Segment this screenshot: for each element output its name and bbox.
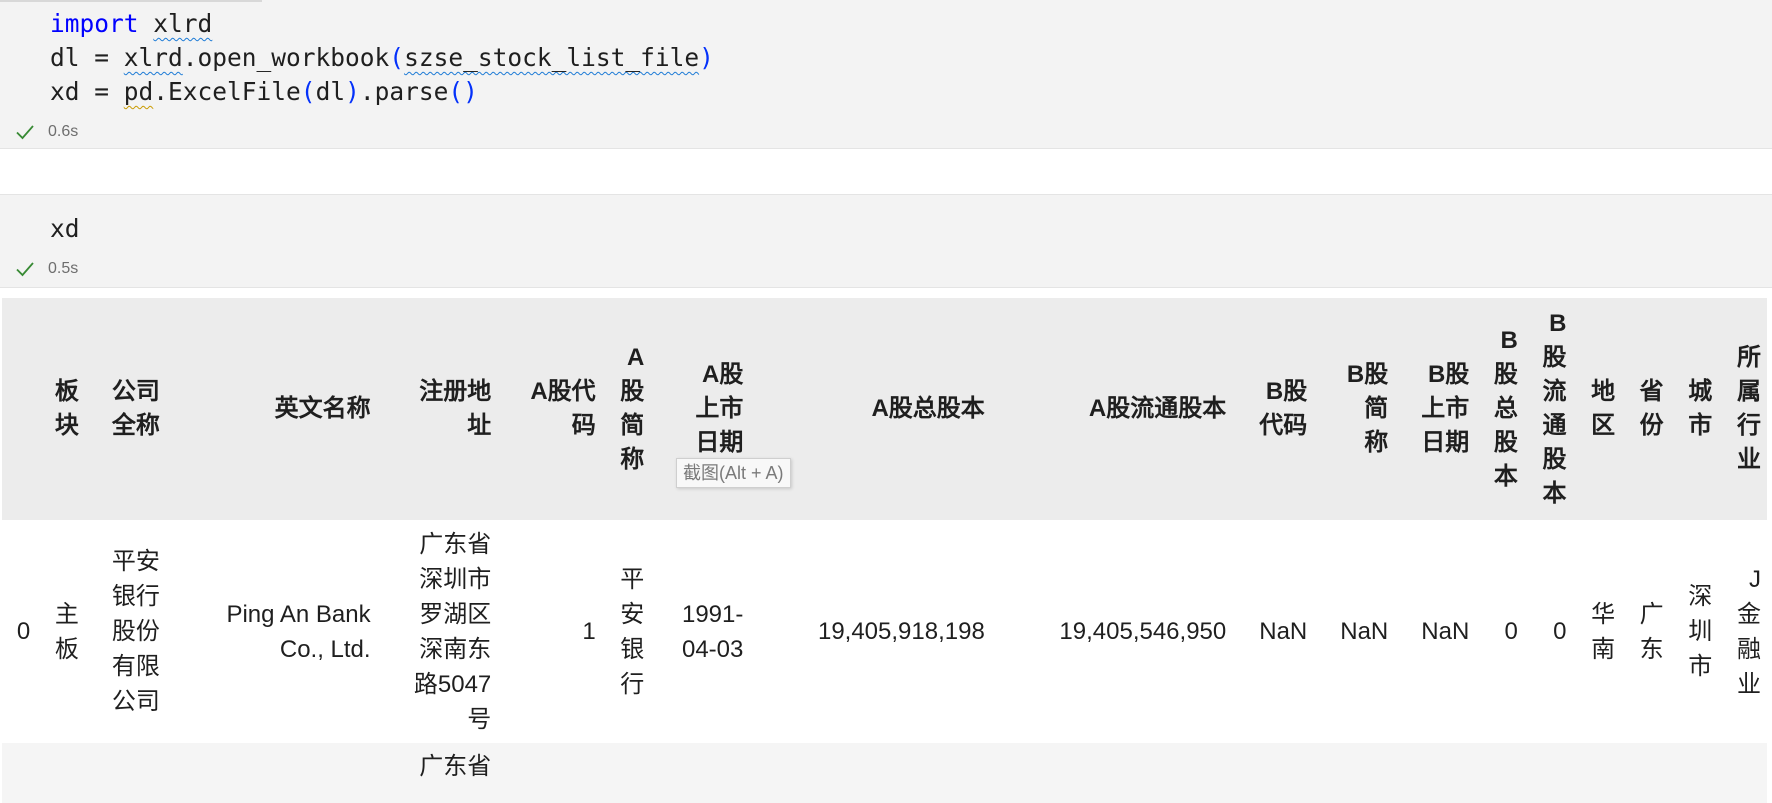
- code-token: dl =: [50, 43, 124, 72]
- table-cell: [85, 743, 166, 803]
- table-cell: 0: [1553, 618, 1567, 645]
- table-header-row: 板块公司 全称 英文名称 注册地址 A股代码 A 股简称 A股 上市 日期 A股总股本 A股流通股本 B…: [2, 298, 1767, 520]
- column-header: 板块: [54, 378, 79, 439]
- code-token: .open_workbook: [182, 43, 390, 72]
- execution-time: 0.5s: [48, 260, 79, 277]
- table-cell: [1621, 743, 1670, 803]
- table-cell: NaN: [1421, 618, 1470, 645]
- code-token: ): [345, 77, 360, 106]
- execution-status: 0.5s: [14, 258, 78, 280]
- code-token: szse_stock_list_file: [404, 43, 700, 72]
- table-cell: 华南: [1591, 600, 1616, 663]
- code-token: xlrd: [153, 9, 213, 38]
- column-header: B股 上市 日期: [1421, 361, 1470, 456]
- table-cell: [1313, 743, 1394, 803]
- column-header: B股总股本: [1493, 327, 1518, 490]
- code-token: (: [300, 77, 316, 106]
- table-cell: 深圳市: [1688, 583, 1713, 680]
- column-header: 城市: [1688, 378, 1713, 439]
- code-token: .ExcelFile: [153, 77, 301, 106]
- code-line[interactable]: xd: [50, 212, 80, 246]
- code-token: xlrd: [123, 43, 183, 72]
- table-cell: [602, 743, 651, 803]
- table-cell: 广东: [1639, 600, 1664, 663]
- column-header: A股代码: [530, 378, 596, 439]
- table-cell: [1394, 743, 1475, 803]
- check-icon: [16, 262, 34, 277]
- code-token: (: [389, 43, 405, 72]
- table-cell: [1524, 743, 1573, 803]
- row-index: [2, 743, 36, 803]
- code-line[interactable]: dl = xlrd.open_workbook(szse_stock_list_…: [50, 41, 714, 75]
- index-header: [2, 298, 36, 520]
- column-header: 省份: [1639, 378, 1664, 439]
- table-cell: J金融业: [1737, 565, 1761, 698]
- execution-time: 0.6s: [48, 123, 79, 140]
- dataframe-output: 板块公司 全称 英文名称 注册地址 A股代码 A 股简称 A股 上市 日期 A股总股本 A股流通股本 B…: [2, 298, 1767, 803]
- code-cell-2[interactable]: 0.5s: [0, 194, 1772, 288]
- row-index: 0: [16, 618, 31, 645]
- code-editor[interactable]: xd: [50, 212, 80, 246]
- column-header: 地区: [1591, 378, 1616, 439]
- table-cell: 广东省: [419, 753, 492, 780]
- table-cell: [36, 743, 85, 803]
- column-header: 所属行业: [1737, 344, 1761, 473]
- table-cell: 1: [582, 618, 596, 645]
- table-cell: [650, 743, 749, 803]
- column-header: 公司 全称: [111, 378, 160, 439]
- column-header: B股简称: [1346, 361, 1389, 456]
- table-cell: 19,405,546,950: [1059, 618, 1227, 645]
- table-row: 0 主板平安 银行 股份 有限 公司 Ping An Bank Co., Ltd. 广东省 深圳市…: [2, 520, 1767, 743]
- code-token: dl: [315, 77, 346, 106]
- cell-focus-bar: [0, 0, 262, 2]
- table-cell: [991, 743, 1232, 803]
- check-icon: [16, 125, 34, 140]
- table-cell: [749, 743, 990, 803]
- table-cell: Ping An Bank Co., Ltd.: [226, 600, 371, 663]
- table-cell: NaN: [1340, 618, 1389, 645]
- code-token: pd: [123, 77, 154, 106]
- table-cell: NaN: [1259, 618, 1308, 645]
- code-token: .parse: [359, 77, 449, 106]
- column-header: B股流通股本: [1542, 310, 1567, 507]
- code-token: (): [448, 77, 478, 106]
- table-cell: [1475, 743, 1524, 803]
- table-cell: 0: [1504, 618, 1518, 645]
- execution-status: 0.6s: [14, 121, 78, 143]
- code-line[interactable]: import xlrd: [50, 7, 714, 41]
- table-cell: [1572, 743, 1621, 803]
- screenshot-tooltip: 截图(Alt + A): [676, 458, 791, 488]
- table-cell: [497, 743, 601, 803]
- code-editor[interactable]: import xlrd dl = xlrd.open_workbook(szse_…: [50, 7, 714, 109]
- table-cell: 主板: [54, 600, 79, 663]
- code-token: xd: [50, 214, 80, 243]
- table-cell: 广东省 深圳市 罗湖区 深南东 路5047 号: [413, 530, 492, 733]
- table-row: 广东省: [2, 743, 1767, 803]
- code-token: ): [699, 43, 714, 72]
- code-line[interactable]: xd = pd.ExcelFile(dl).parse(): [50, 75, 714, 109]
- table-cell: [1718, 743, 1767, 803]
- column-header: A股简称: [620, 344, 645, 473]
- table-cell: 1991- 04-03: [681, 600, 744, 663]
- table-cell: [1232, 743, 1313, 803]
- code-token: import: [50, 9, 139, 38]
- table-cell: [1670, 743, 1719, 803]
- column-header: 英文名称: [274, 395, 371, 422]
- table-cell: [166, 743, 377, 803]
- code-token: xd =: [50, 77, 124, 106]
- table-cell: 19,405,918,198: [817, 618, 985, 645]
- table-cell: 平安 银行 股份 有限 公司: [111, 548, 160, 715]
- column-header: B股 代码: [1259, 378, 1308, 439]
- column-header: A股流通股本: [1088, 395, 1227, 422]
- column-header: 注册地址: [419, 378, 492, 439]
- table-cell: 平安银行: [620, 565, 645, 698]
- code-cell-1[interactable]: import xlrd dl = xlrd.open_workbook(szse_…: [0, 0, 1772, 149]
